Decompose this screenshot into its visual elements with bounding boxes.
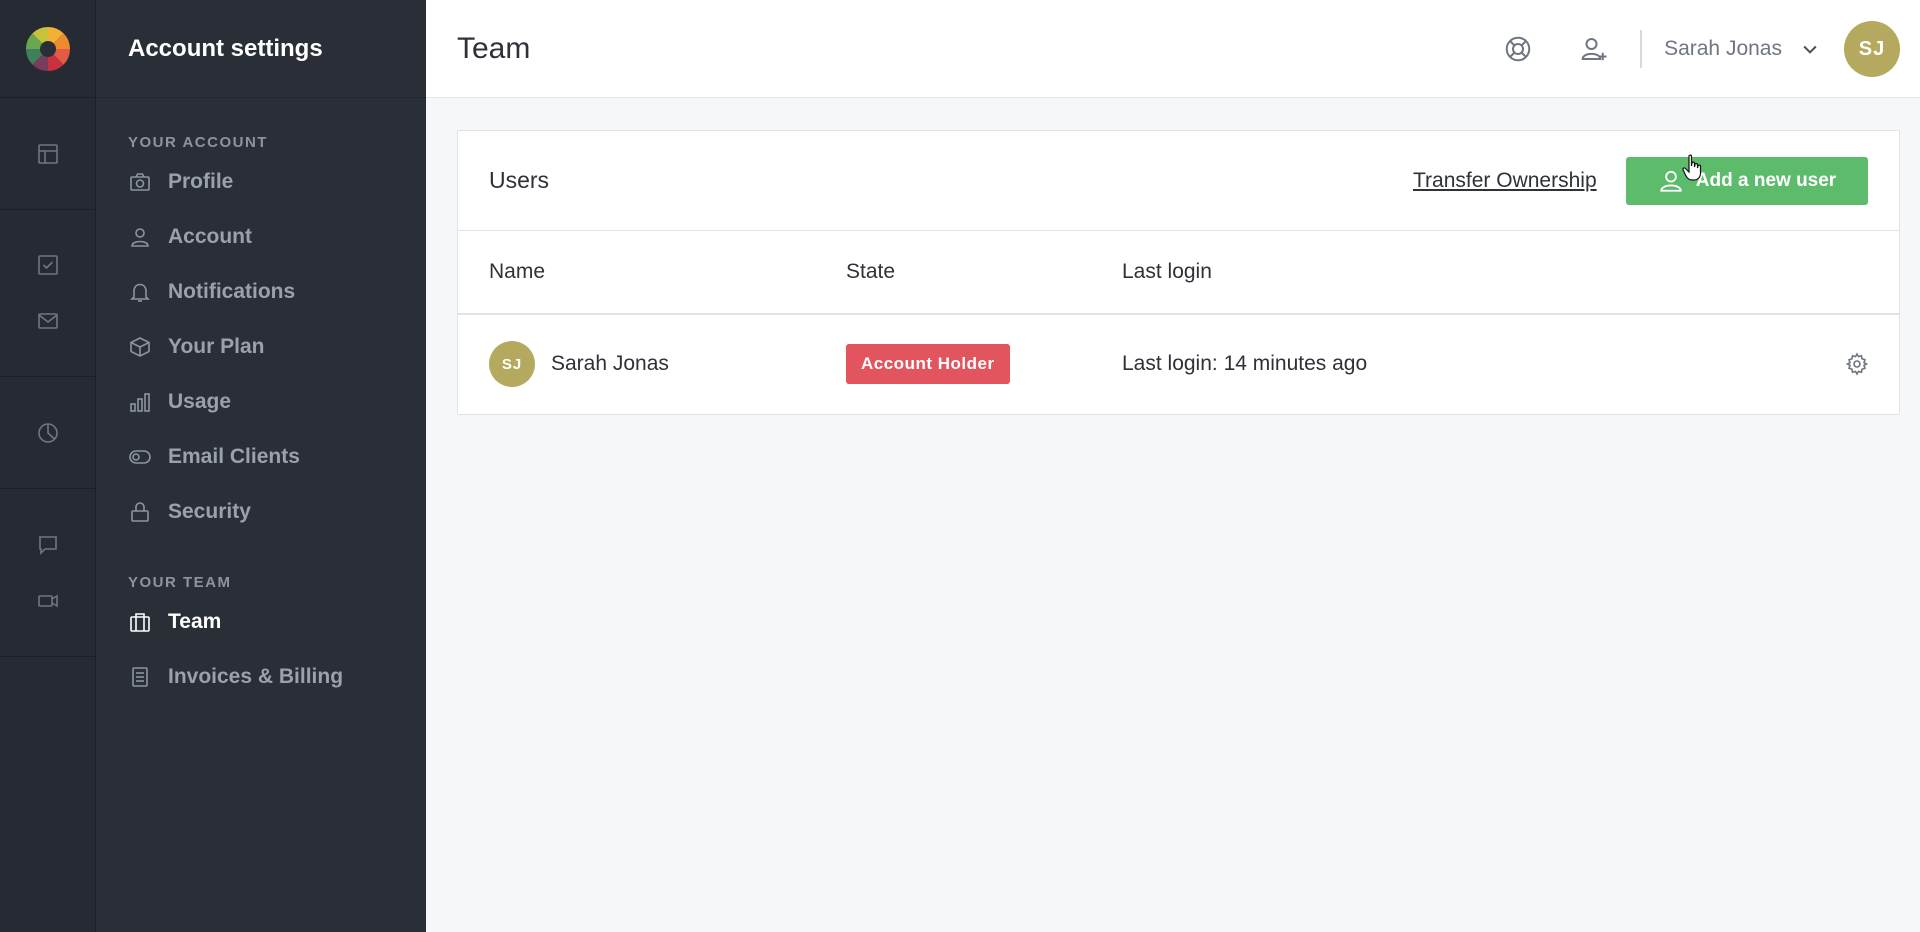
checkbox-icon[interactable] xyxy=(0,237,96,293)
settings-sidebar: Account settings YOUR ACCOUNT Profile Ac… xyxy=(96,0,426,932)
sidebar-item-profile[interactable]: Profile xyxy=(96,154,426,209)
rail-group-dashboard xyxy=(0,98,95,210)
user-row-name: Sarah Jonas xyxy=(551,352,669,375)
camera-icon xyxy=(130,172,150,191)
document-icon xyxy=(132,666,148,687)
sidebar-item-invoices-billing[interactable]: Invoices & Billing xyxy=(96,649,426,704)
sidebar-item-label: Account xyxy=(168,224,252,248)
user-name: Sarah Jonas xyxy=(1664,37,1782,60)
sidebar-item-label: Invoices & Billing xyxy=(168,664,344,688)
section-label-your-account: YOUR ACCOUNT xyxy=(128,134,268,151)
toggle-icon xyxy=(129,449,151,464)
transfer-ownership-link[interactable]: Transfer Ownership xyxy=(1413,169,1597,193)
rail-group-communication xyxy=(0,489,95,657)
sidebar-title: Account settings xyxy=(96,0,426,98)
sidebar-item-label: Security xyxy=(168,499,251,523)
user-row-last-login: Last login: 14 minutes ago xyxy=(1122,352,1368,375)
box-icon xyxy=(130,336,150,357)
sidebar-item-usage[interactable]: Usage xyxy=(96,374,426,429)
section-label-your-team: YOUR TEAM xyxy=(128,574,232,591)
column-header-state: State xyxy=(846,260,896,283)
top-bar-actions: Sarah Jonas SJ xyxy=(1480,0,1900,98)
briefcase-icon xyxy=(130,612,150,632)
video-icon[interactable] xyxy=(0,573,96,629)
app-logo[interactable] xyxy=(0,0,95,98)
mail-icon[interactable] xyxy=(0,293,96,349)
status-badge: Account Holder xyxy=(846,344,1010,384)
gear-icon[interactable] xyxy=(1845,352,1869,376)
divider xyxy=(1640,30,1643,68)
chevron-down-icon xyxy=(1803,45,1817,54)
table-row[interactable]: SJ Sarah Jonas Account Holder Last login… xyxy=(458,315,1899,413)
column-header-last-login: Last login xyxy=(1122,260,1212,283)
sidebar-item-team[interactable]: Team xyxy=(96,594,426,649)
sidebar-item-security[interactable]: Security xyxy=(96,484,426,539)
sidebar-item-label: Team xyxy=(168,609,222,633)
help-lifebuoy-icon[interactable] xyxy=(1480,0,1556,98)
page-title: Team xyxy=(457,31,531,65)
sidebar-item-label: Profile xyxy=(168,169,234,193)
sidebar-item-account[interactable]: Account xyxy=(96,209,426,264)
color-wheel-logo-icon xyxy=(25,26,70,71)
sidebar-item-label: Usage xyxy=(168,389,232,413)
rail-group-reports xyxy=(0,377,95,489)
user-menu[interactable]: Sarah Jonas xyxy=(1664,37,1820,61)
users-card-title: Users xyxy=(489,167,550,193)
bell-icon xyxy=(130,283,150,302)
chat-icon[interactable] xyxy=(0,517,96,573)
lock-icon xyxy=(131,501,149,522)
avatar[interactable]: SJ xyxy=(1844,21,1900,77)
avatar: SJ xyxy=(489,341,535,387)
sidebar-item-label: Email Clients xyxy=(168,444,300,468)
sidebar-item-label: Notifications xyxy=(168,279,296,303)
top-bar: Team Sarah Jonas SJ xyxy=(426,0,1920,98)
add-user-button-label: Add a new user xyxy=(1695,170,1837,191)
sidebar-item-label: Your Plan xyxy=(168,334,265,358)
rail-group-tasks xyxy=(0,210,95,377)
sidebar-item-notifications[interactable]: Notifications xyxy=(96,264,426,319)
add-user-button[interactable]: Add a new user xyxy=(1626,157,1868,205)
sidebar-item-your-plan[interactable]: Your Plan xyxy=(96,319,426,374)
user-icon xyxy=(1660,170,1682,192)
user-icon xyxy=(131,227,149,247)
add-user-icon[interactable] xyxy=(1556,0,1632,98)
column-header-name: Name xyxy=(489,260,546,283)
pie-chart-icon[interactable] xyxy=(0,405,96,461)
hand-cursor-icon xyxy=(1682,154,1702,181)
icon-rail xyxy=(0,0,96,932)
table-header: Name State Last login xyxy=(458,231,1899,315)
layout-icon[interactable] xyxy=(0,126,96,182)
bar-chart-icon xyxy=(130,392,150,412)
sidebar-item-email-clients[interactable]: Email Clients xyxy=(96,429,426,484)
